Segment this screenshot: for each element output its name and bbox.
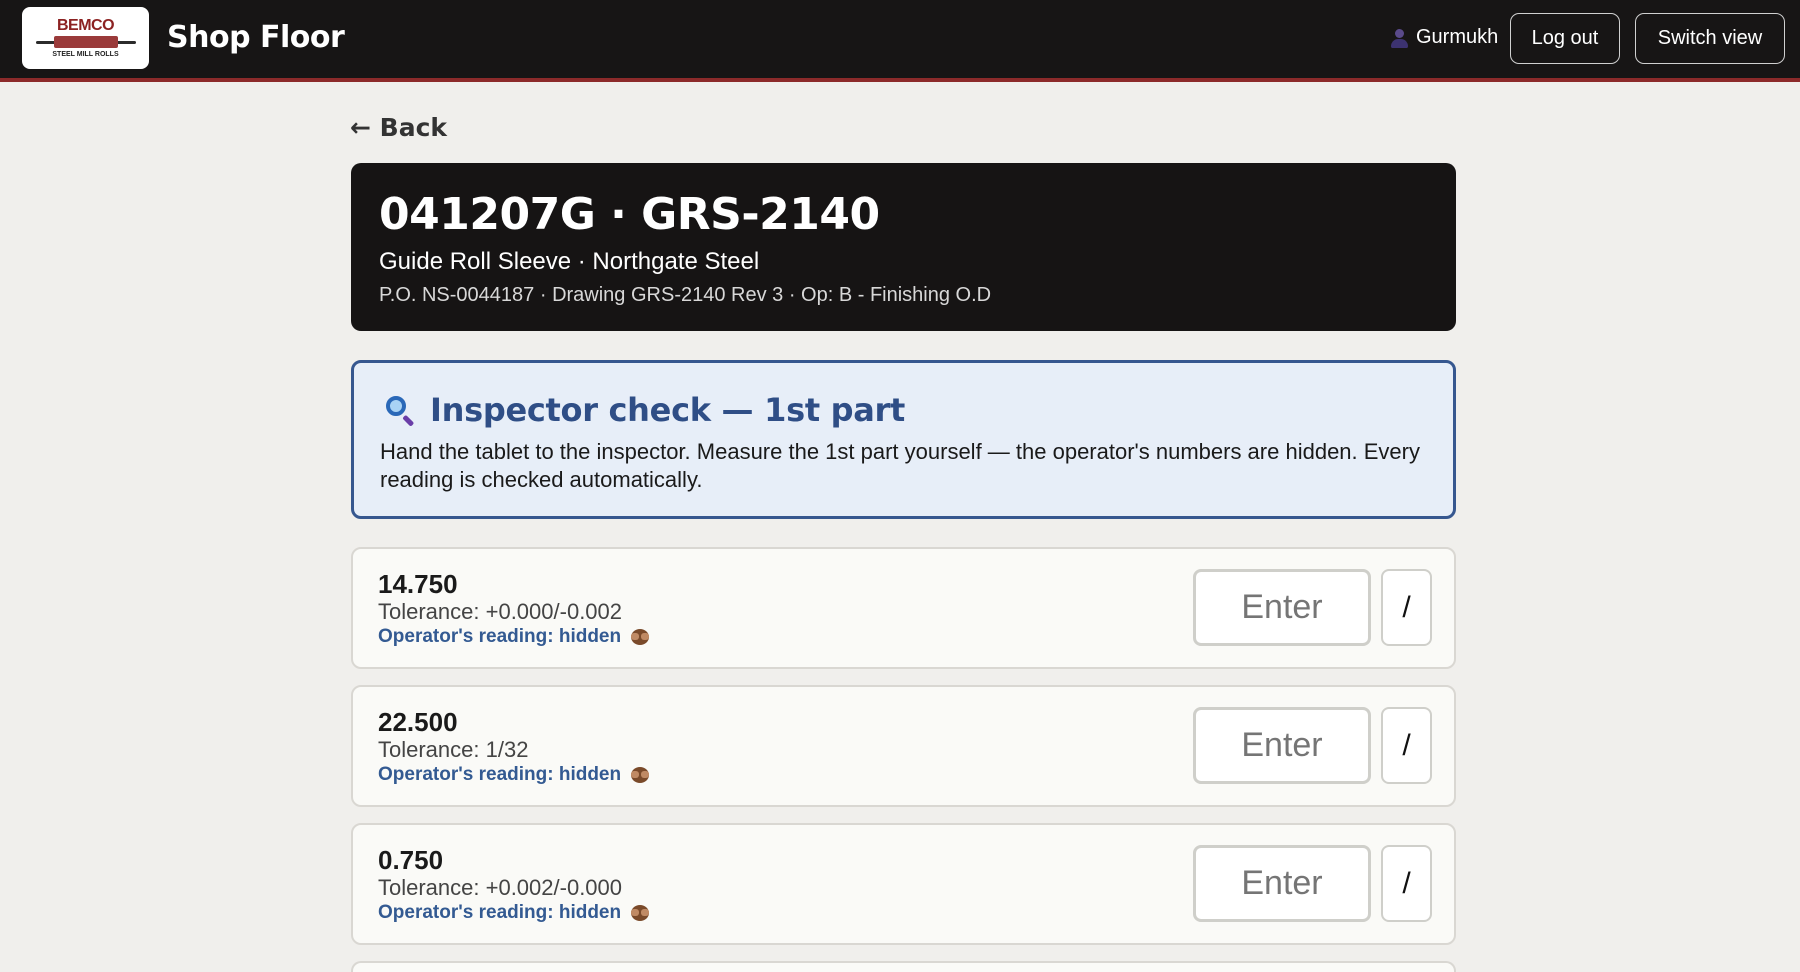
reading-input[interactable] [1193, 707, 1371, 784]
reading-input[interactable] [1193, 569, 1371, 646]
dimension-value: 14.750 [378, 569, 458, 599]
magnifier-icon [384, 394, 416, 427]
job-title: 041207G · GRS-2140 [379, 189, 880, 240]
dimension-row: 14.750 Tolerance: +0.000/-0.002 Operator… [351, 547, 1456, 669]
app-title: Shop Floor [167, 20, 345, 55]
top-bar: BEMCO STEEL MILL ROLLS Shop Floor Gurmuk… [0, 0, 1800, 82]
company-logo[interactable]: BEMCO STEEL MILL ROLLS [22, 7, 149, 69]
fraction-button[interactable]: / [1381, 845, 1432, 922]
fraction-button[interactable]: / [1381, 569, 1432, 646]
inspector-check-title: Inspector check — 1st part [430, 391, 906, 429]
job-subtitle: Guide Roll Sleeve · Northgate Steel [379, 248, 760, 275]
operator-reading-label: Operator's reading: hidden [378, 626, 622, 647]
dimension-row [351, 961, 1456, 972]
job-meta: P.O. NS-0044187 · Drawing GRS-2140 Rev 3… [379, 284, 992, 306]
see-no-evil-monkey-icon [629, 904, 651, 922]
dimension-row: 0.750 Tolerance: +0.002/-0.000 Operator'… [351, 823, 1456, 945]
switch-view-button[interactable]: Switch view [1635, 13, 1785, 64]
see-no-evil-monkey-icon [629, 766, 651, 784]
dimension-tolerance: Tolerance: +0.000/-0.002 [378, 599, 623, 624]
logo-bottom-text: STEEL MILL ROLLS [52, 50, 119, 58]
logo-top-text: BEMCO [56, 16, 115, 34]
job-card: 041207G · GRS-2140 Guide Roll Sleeve · N… [351, 163, 1456, 331]
operator-reading-label: Operator's reading: hidden [378, 902, 622, 923]
reading-input[interactable] [1193, 845, 1371, 922]
user-icon [1390, 28, 1408, 48]
inspector-check-heading: Inspector check — 1st part [384, 391, 905, 429]
current-user: Gurmukh [1390, 26, 1498, 49]
logout-button[interactable]: Log out [1510, 13, 1620, 64]
inspector-check-text: Hand the tablet to the inspector. Measur… [380, 439, 1420, 492]
operator-reading-label: Operator's reading: hidden [378, 764, 622, 785]
back-link[interactable]: ← Back [350, 113, 447, 142]
operator-reading: Operator's reading: hidden [378, 626, 651, 648]
operator-reading: Operator's reading: hidden [378, 764, 651, 786]
dimension-value: 22.500 [378, 707, 458, 737]
dimension-tolerance: Tolerance: 1/32 [378, 737, 529, 762]
see-no-evil-monkey-icon [629, 628, 651, 646]
fraction-button[interactable]: / [1381, 707, 1432, 784]
dimension-tolerance: Tolerance: +0.002/-0.000 [378, 875, 623, 900]
dimension-row: 22.500 Tolerance: 1/32 Operator's readin… [351, 685, 1456, 807]
user-name: Gurmukh [1416, 26, 1499, 48]
operator-reading: Operator's reading: hidden [378, 902, 651, 924]
dimension-value: 0.750 [378, 845, 444, 875]
roll-icon [35, 35, 136, 48]
inspector-check-panel: Inspector check — 1st part Hand the tabl… [351, 360, 1456, 519]
